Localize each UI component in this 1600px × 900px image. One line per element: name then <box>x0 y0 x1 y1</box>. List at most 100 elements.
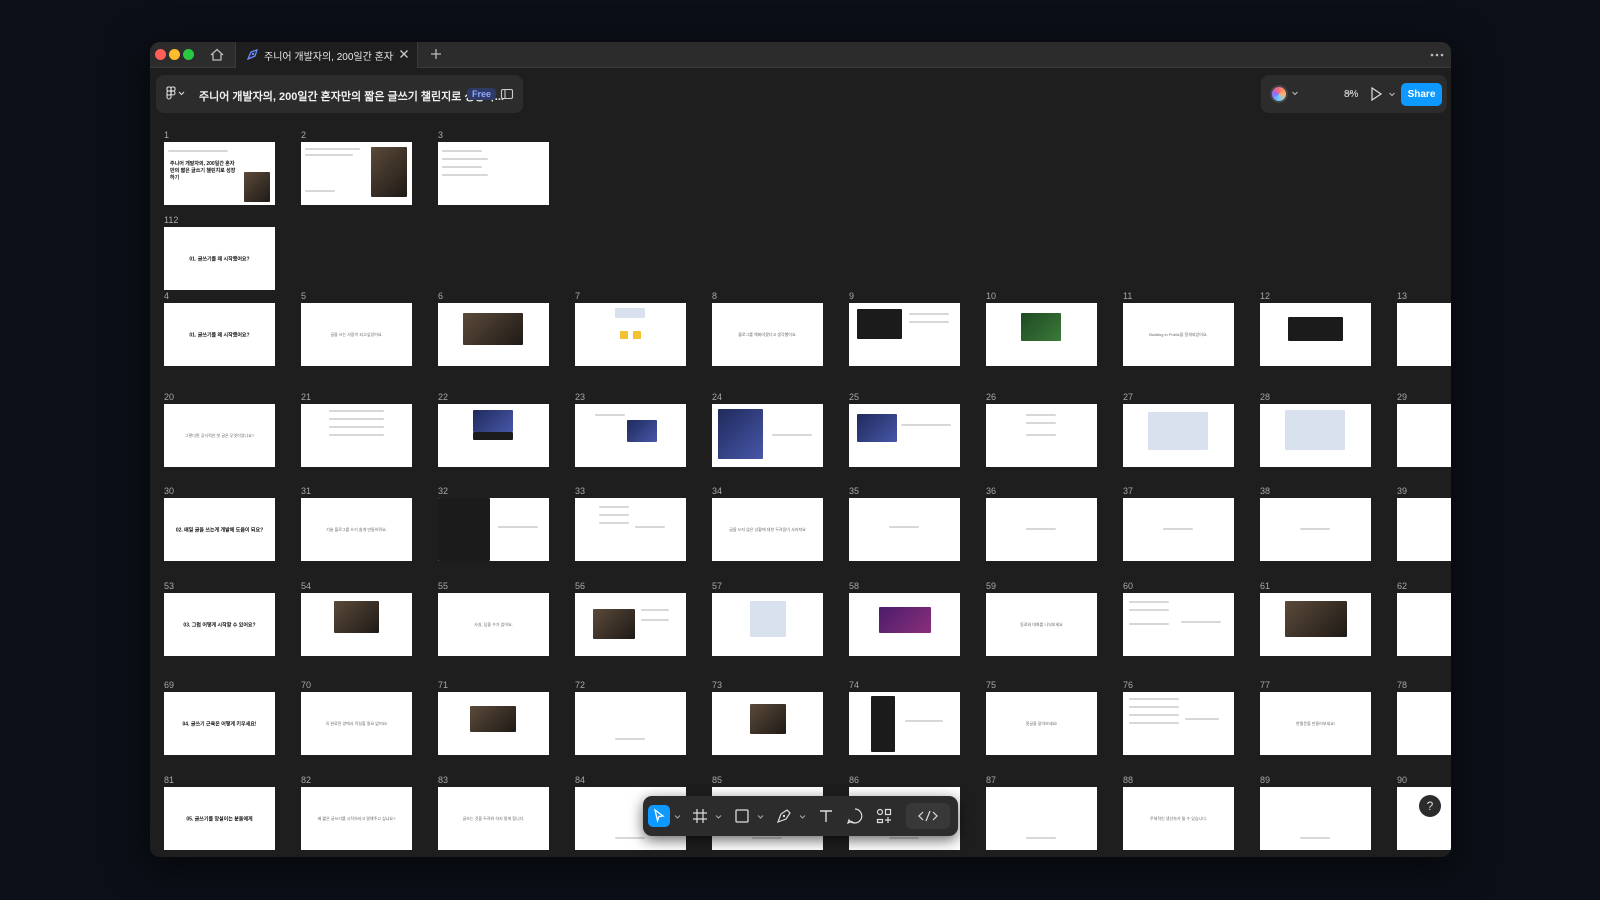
slide-thumbnail[interactable] <box>986 498 1097 561</box>
slide-number: 32 <box>438 486 449 496</box>
slide-thumbnail[interactable] <box>438 404 549 467</box>
shape-tool[interactable] <box>731 805 753 827</box>
slide-image <box>1148 412 1208 450</box>
chevron-down-icon[interactable] <box>674 813 681 820</box>
home-icon[interactable] <box>208 46 226 64</box>
plan-badge[interactable]: Free <box>467 88 497 100</box>
minimize-window-button[interactable] <box>169 49 180 60</box>
move-tool[interactable] <box>648 805 670 827</box>
slide-thumbnail[interactable] <box>986 303 1097 366</box>
slide-thumbnail[interactable] <box>438 142 549 205</box>
close-icon[interactable] <box>397 47 411 61</box>
slide-thumbnail[interactable] <box>301 142 412 205</box>
slide-image <box>718 409 763 459</box>
slide-thumbnail[interactable] <box>1123 593 1234 656</box>
chevron-down-icon[interactable] <box>757 813 764 820</box>
slide-thumbnail[interactable]: 동료와 대화를 나눠보세요 <box>986 593 1097 656</box>
chevron-down-icon[interactable] <box>715 813 722 820</box>
slide-thumbnail[interactable] <box>575 593 686 656</box>
slide-thumbnail[interactable]: 댓글을 달아보세요! <box>986 692 1097 755</box>
share-button[interactable]: Share <box>1401 83 1442 106</box>
play-icon[interactable] <box>1369 86 1383 102</box>
slide-thumbnail[interactable] <box>712 692 823 755</box>
slide-thumbnail[interactable] <box>1123 404 1234 467</box>
more-icon[interactable] <box>1429 47 1445 63</box>
slide-thumbnail[interactable]: 그렇다면 공식적인 첫 글은 무엇이었나요? <box>164 404 275 467</box>
slide-image <box>463 313 523 345</box>
slide-thumbnail[interactable] <box>1397 498 1451 561</box>
plus-icon[interactable] <box>428 46 444 62</box>
slide-thumbnail[interactable] <box>438 692 549 755</box>
canvas[interactable]: 1 주니어 개발자의, 200일간 혼자만의 짧은 글쓰기 챌린지로 성장하기 2 3… <box>150 127 1451 857</box>
slide-thumbnail[interactable] <box>1123 692 1234 755</box>
tab-file[interactable]: 주니어 개발자의, 200일간 혼자만의 짧은 글쓰기 챌린지로 성장하기 <box>235 42 418 68</box>
slide-thumbnail[interactable] <box>438 498 549 561</box>
slide-thumbnail[interactable] <box>849 498 960 561</box>
slide-thumbnail[interactable]: 한탤문을 만들어보세요! <box>1260 692 1371 755</box>
actions-tool[interactable] <box>873 805 895 827</box>
slide-thumbnail[interactable]: 꼭 완료된 양에서 작성할 필요 없어요! <box>301 692 412 755</box>
slide-thumbnail[interactable] <box>849 303 960 366</box>
slide-thumbnail[interactable]: 블로그를 해봐야겠다고 생각했어요. <box>712 303 823 366</box>
chevron-down-icon[interactable] <box>1291 89 1299 97</box>
slide-thumbnail[interactable]: Building in Public을 알게되었어요. <box>1123 303 1234 366</box>
maximize-window-button[interactable] <box>183 49 194 60</box>
slide-thumbnail[interactable] <box>1260 787 1371 850</box>
file-title[interactable]: 주니어 개발자의, 200일간 혼자만의 짧은 글쓰기 챌린지로 성장하... <box>199 88 504 104</box>
slide-thumbnail[interactable]: 글을 쓰지 않은 상황에 대한 두려움이 사라져요 <box>712 498 823 561</box>
comment-tool[interactable] <box>844 805 866 827</box>
slide-thumbnail[interactable] <box>849 692 960 755</box>
chevron-down-icon[interactable] <box>1388 90 1396 98</box>
slide-thumbnail[interactable] <box>575 498 686 561</box>
slide-thumbnail[interactable] <box>1260 498 1371 561</box>
slide-thumbnail[interactable]: 주니어 개발자의, 200일간 혼자만의 짧은 글쓰기 챌린지로 성장하기 <box>164 142 275 205</box>
slide-thumbnail[interactable] <box>575 692 686 755</box>
slide-thumbnail[interactable] <box>849 593 960 656</box>
slide-number: 10 <box>986 291 997 301</box>
slide-thumbnail[interactable] <box>1260 404 1371 467</box>
pen-tool[interactable] <box>773 805 795 827</box>
slide-thumbnail[interactable]: 04. 글쓰기 근육은 어떻게 키우세요! <box>164 692 275 755</box>
figma-logo-icon[interactable] <box>165 86 187 102</box>
slide-thumbnail[interactable]: 기술 블로그를 쓰기 쉽게 만들어줘요. <box>301 498 412 561</box>
slide-thumbnail[interactable]: 02. 매일 글을 쓰는게 개발에 도움이 되요? <box>164 498 275 561</box>
slide-thumbnail[interactable]: 05. 글쓰기를 망설이는 분들에게 <box>164 787 275 850</box>
slide-thumbnail[interactable]: 주체적인 생산자가 될 수 있습니다. <box>1123 787 1234 850</box>
slide-thumbnail[interactable] <box>712 404 823 467</box>
slide-thumbnail[interactable] <box>1260 593 1371 656</box>
slide-thumbnail[interactable]: 01. 글쓰기를 왜 시작했어요? <box>164 303 275 366</box>
frame-tool[interactable] <box>689 805 711 827</box>
slide-thumbnail[interactable] <box>438 303 549 366</box>
chevron-down-icon[interactable] <box>799 813 806 820</box>
chevron-down-icon[interactable] <box>1345 89 1353 97</box>
slide-thumbnail[interactable] <box>301 593 412 656</box>
slide-number: 73 <box>712 680 723 690</box>
help-button[interactable]: ? <box>1419 795 1441 817</box>
slide-thumbnail[interactable] <box>986 787 1097 850</box>
slide-thumbnail[interactable] <box>712 593 823 656</box>
slide-thumbnail[interactable] <box>575 303 686 366</box>
sidebar-toggle-icon[interactable] <box>500 87 514 101</box>
slide-thumbnail[interactable] <box>1397 404 1451 467</box>
slide-thumbnail[interactable]: 사실, 답을 수가 없어요. <box>438 593 549 656</box>
slide-thumbnail[interactable]: 글쓰는 것을 두려워 하지 말게 합니다. <box>438 787 549 850</box>
slide-thumbnail[interactable] <box>986 404 1097 467</box>
text-tool[interactable] <box>815 805 837 827</box>
slide-thumbnail[interactable] <box>1397 692 1451 755</box>
slide-thumbnail[interactable]: 글을 쓰는 사람이 되고싶었어요. <box>301 303 412 366</box>
slide-thumbnail[interactable]: 03. 그럼 어떻게 시작할 수 있어요? <box>164 593 275 656</box>
text-line <box>1163 528 1193 530</box>
dev-mode-toggle[interactable] <box>906 803 950 829</box>
avatar[interactable] <box>1270 85 1288 103</box>
slide-thumbnail[interactable] <box>575 404 686 467</box>
text-line <box>305 154 353 156</box>
slide-thumbnail[interactable] <box>849 404 960 467</box>
slide-thumbnail[interactable]: 01. 글쓰기를 왜 시작했어요? <box>164 227 275 290</box>
slide-thumbnail[interactable] <box>1397 303 1451 366</box>
slide-thumbnail[interactable]: 왜 짧은 글쓰기를 시작하라고 말해주고 싶냐요? <box>301 787 412 850</box>
slide-thumbnail[interactable] <box>1123 498 1234 561</box>
close-window-button[interactable] <box>155 49 166 60</box>
slide-thumbnail[interactable] <box>1397 593 1451 656</box>
slide-thumbnail[interactable] <box>301 404 412 467</box>
slide-thumbnail[interactable] <box>1260 303 1371 366</box>
